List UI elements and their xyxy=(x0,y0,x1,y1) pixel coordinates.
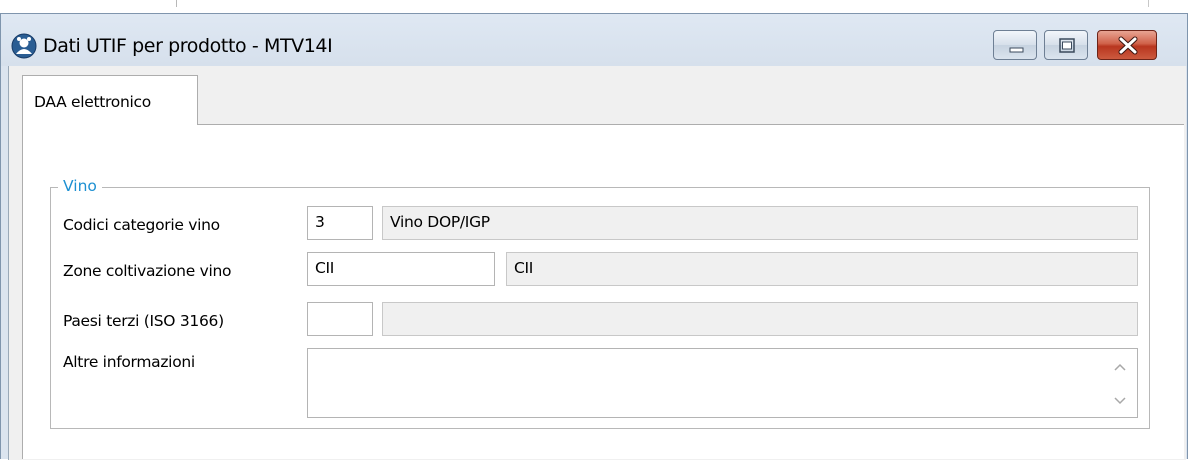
codici-categorie-description: Vino DOP/IGP xyxy=(382,206,1138,240)
background-strip xyxy=(0,0,1192,14)
maximize-icon xyxy=(1059,38,1075,53)
maximize-button[interactable] xyxy=(1044,30,1088,60)
tab-daa-elettronico[interactable]: DAA elettronico xyxy=(22,75,198,125)
app-icon xyxy=(11,33,37,59)
minimize-button[interactable] xyxy=(993,30,1037,60)
scroll-down-icon[interactable] xyxy=(1113,396,1127,406)
window-title: Dati UTIF per prodotto - MTV14I xyxy=(43,35,333,57)
paesi-terzi-label: Paesi terzi (ISO 3166) xyxy=(63,312,224,330)
altre-informazioni-label: Altre informazioni xyxy=(63,353,195,371)
altre-informazioni-textarea[interactable] xyxy=(307,348,1138,418)
paesi-terzi-description xyxy=(382,302,1138,336)
paesi-terzi-code-input[interactable] xyxy=(307,302,373,336)
codici-categorie-code-input[interactable]: 3 xyxy=(307,206,373,240)
minimize-icon xyxy=(1009,47,1024,53)
zone-coltivazione-label: Zone coltivazione vino xyxy=(63,262,232,280)
group-legend: Vino xyxy=(58,177,102,195)
scroll-up-icon[interactable] xyxy=(1113,362,1127,372)
close-button[interactable] xyxy=(1097,30,1157,60)
title-bar[interactable]: Dati UTIF per prodotto - MTV14I xyxy=(1,14,1187,66)
tab-label: DAA elettronico xyxy=(34,93,151,111)
zone-coltivazione-description: CII xyxy=(506,252,1138,286)
codici-categorie-label: Codici categorie vino xyxy=(63,216,220,234)
divider xyxy=(1148,0,1149,7)
close-icon xyxy=(1118,36,1138,55)
divider xyxy=(176,0,177,7)
zone-coltivazione-code-input[interactable]: CII xyxy=(307,252,495,286)
